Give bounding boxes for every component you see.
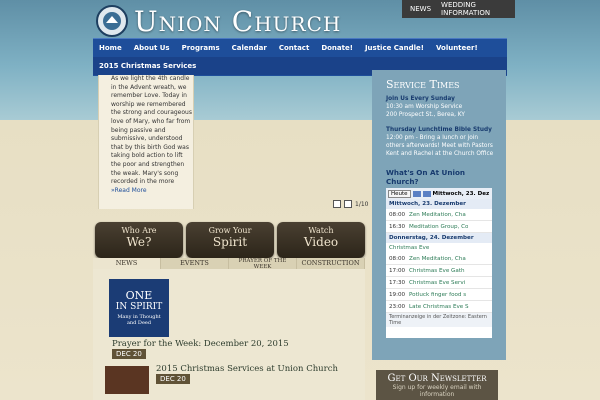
nav-calendar[interactable]: Calendar xyxy=(226,44,273,52)
prev-slide-icon[interactable] xyxy=(333,200,341,208)
news-title[interactable]: 2015 Christmas Services at Union Church xyxy=(156,364,338,374)
newsletter-text: Sign up for weekly email with informatio… xyxy=(392,384,482,398)
tab-news[interactable]: NEWS xyxy=(93,258,161,269)
feature-excerpt-box: As we light the 4th candle in the Advent… xyxy=(98,75,194,209)
next-arrow-icon[interactable] xyxy=(422,190,431,197)
today-button[interactable]: Heute xyxy=(388,189,411,198)
nav-justice-candle[interactable]: Justice Candle! xyxy=(359,44,430,52)
who-are-we-button[interactable]: Who Are We? xyxy=(95,222,183,258)
sunday-title: Join Us Every Sunday xyxy=(386,96,455,102)
logo-line3: Many in Thought and Deed xyxy=(117,314,161,326)
content-tabs: NEWS EVENTS PRAYER OF THE WEEK CONSTRUCT… xyxy=(93,258,365,270)
next-slide-icon[interactable] xyxy=(344,200,352,208)
button-large-text: Spirit xyxy=(212,235,248,249)
day-header: Donnerstag, 24. Dezember xyxy=(386,233,492,243)
nav-programs[interactable]: Programs xyxy=(176,44,226,52)
event-row[interactable]: 08:00 Zen Meditation, Cha xyxy=(386,253,492,265)
nav-donate[interactable]: Donate! xyxy=(315,44,359,52)
news-thumbnail[interactable] xyxy=(105,366,149,394)
utility-link-news[interactable]: NEWS xyxy=(410,5,431,13)
google-calendar-widget: Heute Mittwoch, 23. Dez Mittwoch, 23. De… xyxy=(386,188,492,338)
button-small-text: Grow Your xyxy=(208,226,252,235)
watch-video-button[interactable]: Watch Video xyxy=(277,222,365,258)
site-logo[interactable]: Union Church xyxy=(96,4,341,38)
site-title: Union Church xyxy=(134,4,342,38)
thursday-title: Thursday Lunchtime Bible Study xyxy=(386,127,492,134)
slide-counter: 1/10 xyxy=(355,200,369,208)
nav-about[interactable]: About Us xyxy=(128,44,176,52)
utility-nav: NEWS WEDDING INFORMATION xyxy=(402,0,515,18)
event-time: 08:00 xyxy=(389,211,406,218)
event-time: 08:00 xyxy=(389,255,406,262)
slide-controls: 1/10 xyxy=(333,200,368,208)
event-time: 19:00 xyxy=(389,291,406,298)
feature-excerpt: As we light the 4th candle in the Advent… xyxy=(111,75,193,195)
event-title: Zen Meditation, Cha xyxy=(409,255,466,262)
news-date-badge: DEC 20 xyxy=(112,349,146,359)
prev-arrow-icon[interactable] xyxy=(412,190,421,197)
event-title: Christmas Eve Servi xyxy=(409,279,466,286)
logo-line1: ONE xyxy=(125,289,153,302)
event-title: Christmas Eve Gath xyxy=(409,267,465,274)
event-row[interactable]: 19:00 Potluck finger food s xyxy=(386,289,492,301)
event-row[interactable]: 23:00 Late Christmas Eve S xyxy=(386,301,492,313)
event-title: Zen Meditation, Cha xyxy=(409,211,466,218)
event-row[interactable]: 08:00 Zen Meditation, Cha xyxy=(386,209,492,221)
tab-construction[interactable]: CONSTRUCTION xyxy=(297,258,365,269)
event-row[interactable]: 16:30 Meditation Group, Co xyxy=(386,221,492,233)
one-in-spirit-image[interactable]: ONE IN SPIRIT Many in Thought and Deed xyxy=(109,279,169,337)
utility-link-weddings[interactable]: WEDDING INFORMATION xyxy=(441,1,515,17)
service-times-heading: Service Times xyxy=(386,78,460,91)
news-panel: ONE IN SPIRIT Many in Thought and Deed P… xyxy=(93,269,365,400)
calendar-timezone-note: Terminanzeige in der Zeitzone: Eastern T… xyxy=(386,313,492,327)
all-day-event[interactable]: Christmas Eve xyxy=(386,243,492,253)
grow-your-spirit-button[interactable]: Grow Your Spirit xyxy=(186,222,274,258)
thursday-text: 12:00 pm - Bring a lunch or join others … xyxy=(386,134,494,157)
event-title: Late Christmas Eve S xyxy=(409,303,469,310)
church-seal-icon xyxy=(96,5,128,37)
calendar-toolbar: Heute Mittwoch, 23. Dez xyxy=(386,188,492,199)
sidebar: Service Times Join Us Every Sunday 10:30… xyxy=(372,70,506,360)
event-row[interactable]: 17:30 Christmas Eve Servi xyxy=(386,277,492,289)
news-date-badge: DEC 20 xyxy=(156,374,190,384)
service-times: Join Us Every Sunday 10:30 am Worship Se… xyxy=(386,96,496,158)
feature-text: As we light the 4th candle in the Advent… xyxy=(111,75,192,186)
newsletter-signup[interactable]: Get Our Newsletter Sign up for weekly em… xyxy=(376,370,498,400)
button-small-text: Who Are xyxy=(121,226,157,235)
button-large-text: We? xyxy=(126,235,152,249)
sunday-time: 10:30 am Worship Service xyxy=(386,103,463,110)
nav-home[interactable]: Home xyxy=(93,44,128,52)
event-title: Meditation Group, Co xyxy=(409,223,469,230)
day-header: Mittwoch, 23. Dezember xyxy=(386,199,492,209)
event-time: 23:00 xyxy=(389,303,406,310)
event-time: 17:00 xyxy=(389,267,406,274)
calendar-current-date: Mittwoch, 23. Dez xyxy=(432,190,490,197)
event-time: 17:30 xyxy=(389,279,406,286)
event-time: 16:30 xyxy=(389,223,406,230)
button-small-text: Watch xyxy=(308,226,334,235)
calendar-heading: What's On At Union Church? xyxy=(386,168,466,186)
event-title: Potluck finger food s xyxy=(409,291,467,298)
church-address: 200 Prospect St., Berea, KY xyxy=(386,111,465,118)
tab-events[interactable]: EVENTS xyxy=(161,258,229,269)
nav-volunteer[interactable]: Volunteer! xyxy=(430,44,484,52)
read-more-link[interactable]: »Read More xyxy=(111,187,147,194)
tab-prayer-of-the-week[interactable]: PRAYER OF THE WEEK xyxy=(229,258,297,270)
logo-line2: IN SPIRIT xyxy=(115,302,163,312)
event-row[interactable]: 17:00 Christmas Eve Gath xyxy=(386,265,492,277)
news-title[interactable]: Prayer for the Week: December 20, 2015 xyxy=(112,339,289,349)
nav-christmas-services[interactable]: 2015 Christmas Services xyxy=(93,62,202,70)
newsletter-heading: Get Our Newsletter xyxy=(387,373,487,384)
nav-contact[interactable]: Contact xyxy=(273,44,316,52)
feature-slider: As we light the 4th candle in the Advent… xyxy=(98,75,366,210)
button-large-text: Video xyxy=(303,235,339,249)
